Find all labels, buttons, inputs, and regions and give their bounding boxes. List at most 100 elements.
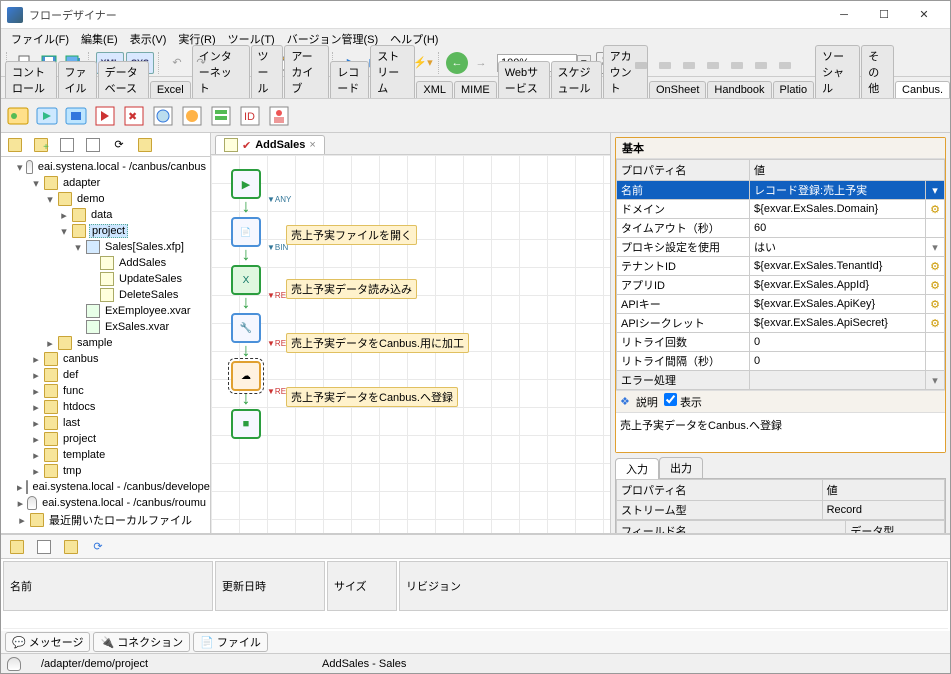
tree-recent[interactable]: ▸最近開いたローカルファイル — [15, 511, 210, 529]
tab-close-icon[interactable]: × — [309, 139, 315, 151]
bt-btn-4[interactable]: ⟳ — [87, 536, 109, 558]
ft-head-size[interactable]: サイズ — [327, 561, 397, 611]
ptab-archive[interactable]: アーカイブ — [284, 45, 329, 98]
flow-canvas[interactable]: ▶▼ANY ↓ 📄▼BIN 売上予実ファイルを開く ↓ X▼REC 売上予実デー… — [211, 155, 610, 533]
ptab-excel[interactable]: Excel — [150, 81, 191, 98]
menu-file[interactable]: ファイル(F) — [5, 29, 75, 49]
pal-icon-10[interactable] — [266, 103, 292, 129]
file-table[interactable]: 名前 更新日時 サイズ リビジョン — [1, 559, 950, 631]
vcs-btn2[interactable] — [654, 52, 676, 74]
canvas-tab-addsales[interactable]: ✔ AddSales × — [215, 135, 325, 154]
desc-text[interactable]: 売上予実データをCanbus.へ登録 — [616, 412, 945, 452]
tree-template[interactable]: ▸template — [29, 447, 210, 463]
tree-projectf[interactable]: ▸project — [29, 431, 210, 447]
tree-canbus[interactable]: ▸canbus — [29, 351, 210, 367]
tree-root2[interactable]: ▸eai.systena.local - /canbus/developer — [15, 479, 210, 495]
tree-def[interactable]: ▸def — [29, 367, 210, 383]
ptab-handbook[interactable]: Handbook — [707, 81, 771, 98]
ft-head-name[interactable]: 名前 — [3, 561, 213, 611]
node-start[interactable]: ▶▼ANY — [231, 169, 261, 199]
tree-updatesales[interactable]: UpdateSales — [85, 271, 210, 287]
vcs-btn4[interactable] — [702, 52, 724, 74]
prop-row-timeout[interactable]: タイムアウト（秒）60 — [617, 219, 945, 238]
pal-icon-4[interactable] — [92, 103, 118, 129]
io-prop-table[interactable]: プロパティ名値 ストリーム型Record — [616, 479, 945, 520]
bt-btn-1[interactable] — [6, 536, 28, 558]
tree-exsales[interactable]: ExSales.xvar — [71, 319, 210, 335]
ptab-platio[interactable]: Platio — [773, 81, 815, 98]
pal-icon-8[interactable] — [208, 103, 234, 129]
ptab-web[interactable]: Webサービス — [498, 61, 550, 98]
sb-btn-1[interactable] — [4, 134, 26, 156]
tree-root1[interactable]: ▾eai.systena.local - /canbus/canbus — [15, 159, 210, 175]
ptab-database[interactable]: データベース — [98, 61, 149, 98]
show-checkbox[interactable]: 表示 — [664, 393, 702, 410]
bt-btn-2[interactable] — [33, 536, 55, 558]
ptab-record[interactable]: レコード — [330, 61, 369, 98]
debug-step-button[interactable]: ⚡▾ — [412, 52, 434, 74]
prop-row-retry[interactable]: リトライ回数0 — [617, 333, 945, 352]
prop-row-proxy[interactable]: プロキシ設定を使用はい▾ — [617, 238, 945, 257]
io-tab-output[interactable]: 出力 — [659, 457, 703, 478]
prop-row-retryint[interactable]: リトライ間隔（秒）0 — [617, 352, 945, 371]
menu-view[interactable]: 表示(V) — [124, 29, 173, 49]
tree-root3[interactable]: ▸eai.systena.local - /canbus/roumu — [15, 495, 210, 511]
pal-icon-3[interactable] — [63, 103, 89, 129]
ptab-social[interactable]: ソーシャル — [815, 45, 860, 98]
tree-project[interactable]: ▾project — [57, 223, 210, 239]
vcs-btn6[interactable] — [750, 52, 772, 74]
prop-row-apisecret[interactable]: APIシークレット${exvar.ExSales.ApiSecret}⚙ — [617, 314, 945, 333]
pal-icon-9[interactable]: ID — [237, 103, 263, 129]
btab-file[interactable]: 📄ファイル — [193, 632, 268, 652]
vcs-btn3[interactable] — [678, 52, 700, 74]
minimize-button[interactable]: ─ — [824, 3, 864, 27]
ptab-file[interactable]: ファイル — [58, 61, 97, 98]
sb-btn-6[interactable] — [134, 134, 156, 156]
tree-deletesales[interactable]: DeleteSales — [85, 287, 210, 303]
ptab-xml[interactable]: XML — [416, 81, 453, 98]
tree-last[interactable]: ▸last — [29, 415, 210, 431]
maximize-button[interactable]: ☐ — [864, 3, 904, 27]
io-row-stream[interactable]: ストリーム型Record — [617, 501, 945, 520]
ptab-mime[interactable]: MIME — [454, 81, 497, 98]
close-button[interactable]: ✕ — [904, 3, 944, 27]
menu-edit[interactable]: 編集(E) — [75, 29, 124, 49]
node-convert[interactable]: 🔧▼REC — [231, 313, 261, 343]
sb-btn-3[interactable] — [56, 134, 78, 156]
project-tree[interactable]: ▾eai.systena.local - /canbus/canbus ▾ada… — [1, 157, 210, 533]
node-open-file[interactable]: 📄▼BIN — [231, 217, 261, 247]
forward-button[interactable]: → — [470, 52, 492, 74]
node-register[interactable]: ☁▼REC — [231, 361, 261, 391]
redo-button[interactable]: ↷ — [190, 52, 212, 74]
btab-message[interactable]: 💬メッセージ — [5, 632, 90, 652]
sb-btn-2[interactable]: + — [30, 134, 52, 156]
undo-button[interactable]: ↶ — [166, 52, 188, 74]
pal-icon-7[interactable] — [179, 103, 205, 129]
node-read[interactable]: X▼REC — [231, 265, 261, 295]
ft-head-date[interactable]: 更新日時 — [215, 561, 325, 611]
ptab-other[interactable]: その他 — [861, 45, 894, 98]
ptab-tools[interactable]: ツール — [251, 45, 284, 98]
tree-addsales[interactable]: AddSales — [85, 255, 210, 271]
back-button[interactable]: ← — [446, 52, 468, 74]
prop-row-apikey[interactable]: APIキー${exvar.ExSales.ApiKey}⚙ — [617, 295, 945, 314]
pal-icon-6[interactable] — [150, 103, 176, 129]
pal-icon-1[interactable] — [5, 103, 31, 129]
tree-htdocs[interactable]: ▸htdocs — [29, 399, 210, 415]
tree-data[interactable]: ▸data — [57, 207, 210, 223]
btab-connection[interactable]: 🔌コネクション — [93, 632, 190, 652]
prop-row-error[interactable]: エラー処理▾ — [617, 371, 945, 390]
pal-icon-5[interactable]: ✖ — [121, 103, 147, 129]
pal-icon-2[interactable] — [34, 103, 60, 129]
properties-table[interactable]: プロパティ名値 名前レコード登録:売上予実▾ ドメイン${exvar.ExSal… — [616, 159, 945, 390]
sb-btn-5[interactable]: ⟳ — [108, 134, 130, 156]
sb-btn-4[interactable] — [82, 134, 104, 156]
vcs-btn7[interactable] — [774, 52, 796, 74]
tree-sample[interactable]: ▸sample — [43, 335, 210, 351]
ptab-onsheet[interactable]: OnSheet — [649, 81, 706, 98]
prop-row-domain[interactable]: ドメイン${exvar.ExSales.Domain}⚙ — [617, 200, 945, 219]
vcs-btn5[interactable] — [726, 52, 748, 74]
node-end[interactable]: ■ — [231, 409, 261, 439]
tree-tmp[interactable]: ▸tmp — [29, 463, 210, 479]
vcs-btn1[interactable] — [630, 52, 652, 74]
